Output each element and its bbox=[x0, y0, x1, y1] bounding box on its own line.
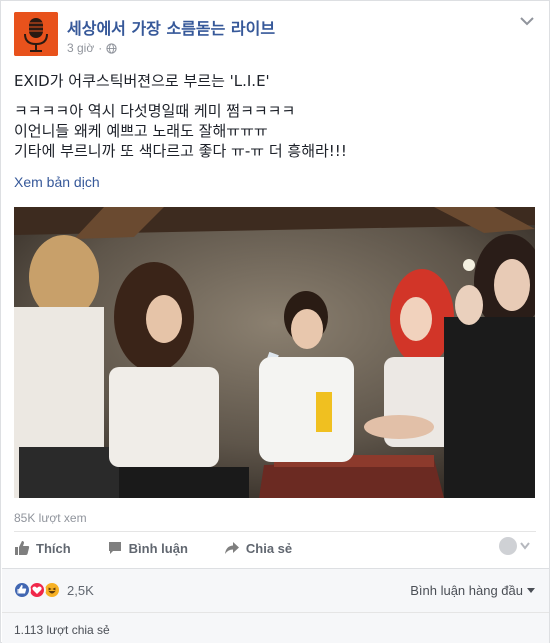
caret-down-icon bbox=[527, 587, 535, 593]
comment-order-label: Bình luận hàng đầu bbox=[410, 583, 523, 598]
video-player[interactable] bbox=[14, 207, 535, 498]
globe-icon bbox=[106, 42, 117, 54]
post-line: 이언니들 왜케 예쁘고 노래도 잘해ㅠㅠㅠ bbox=[14, 122, 268, 140]
page-avatar[interactable] bbox=[14, 12, 58, 56]
like-button[interactable]: Thích bbox=[14, 540, 71, 556]
video-view-count: 85K lượt xem bbox=[14, 511, 87, 525]
post-card: 세상에서 가장 소름돋는 라이브 3 giờ · EXID가 어쿠스틱버젼으로 … bbox=[0, 0, 550, 643]
post-timestamp[interactable]: 3 giờ bbox=[67, 41, 94, 55]
share-button[interactable]: Chia sẻ bbox=[224, 540, 292, 556]
like-reaction-icon bbox=[13, 581, 31, 599]
comment-icon bbox=[108, 542, 121, 554]
comment-order-dropdown[interactable]: Bình luận hàng đầu bbox=[410, 583, 535, 598]
post-line: ㅋㅋㅋㅋ아 역시 다섯명일때 케미 쩜ㅋㅋㅋㅋ bbox=[14, 102, 296, 120]
chevron-down-icon[interactable] bbox=[519, 15, 535, 27]
post-actions-bar: Thích Bình luận Chia sẻ bbox=[14, 535, 536, 561]
post-meta: 3 giờ · bbox=[67, 41, 117, 55]
post-title-line: EXID가 어쿠스틱버젼으로 부르는 'L.I.E' bbox=[14, 72, 270, 90]
see-translation-link[interactable]: Xem bản dịch bbox=[14, 174, 100, 190]
microphone-logo-icon bbox=[14, 12, 58, 56]
page-name-link[interactable]: 세상에서 가장 소름돋는 라이브 bbox=[67, 15, 275, 39]
comment-label: Bình luận bbox=[128, 540, 188, 556]
video-thumbnail bbox=[14, 207, 535, 498]
share-label: Chia sẻ bbox=[245, 540, 293, 556]
post-line: 기타에 부르니까 또 색다르고 좋다 ㅠ-ㅠ 더 흥해라!!! bbox=[14, 142, 347, 160]
post-body: EXID가 어쿠스틱버젼으로 부르는 'L.I.E' ㅋㅋㅋㅋ아 역시 다섯명일… bbox=[14, 71, 534, 161]
reaction-count: 2,5K bbox=[67, 582, 94, 598]
share-count-link[interactable]: 1.113 lượt chia sẻ bbox=[14, 623, 110, 637]
divider bbox=[2, 612, 549, 613]
reactions-summary[interactable]: 2,5K bbox=[13, 581, 94, 599]
share-arrow-icon bbox=[224, 542, 239, 554]
divider bbox=[14, 531, 536, 532]
comment-button[interactable]: Bình luận bbox=[107, 540, 188, 556]
thumbs-up-icon bbox=[15, 541, 30, 555]
divider bbox=[2, 568, 549, 569]
blurred-avatar-icon[interactable] bbox=[497, 535, 531, 557]
like-label: Thích bbox=[36, 540, 71, 556]
